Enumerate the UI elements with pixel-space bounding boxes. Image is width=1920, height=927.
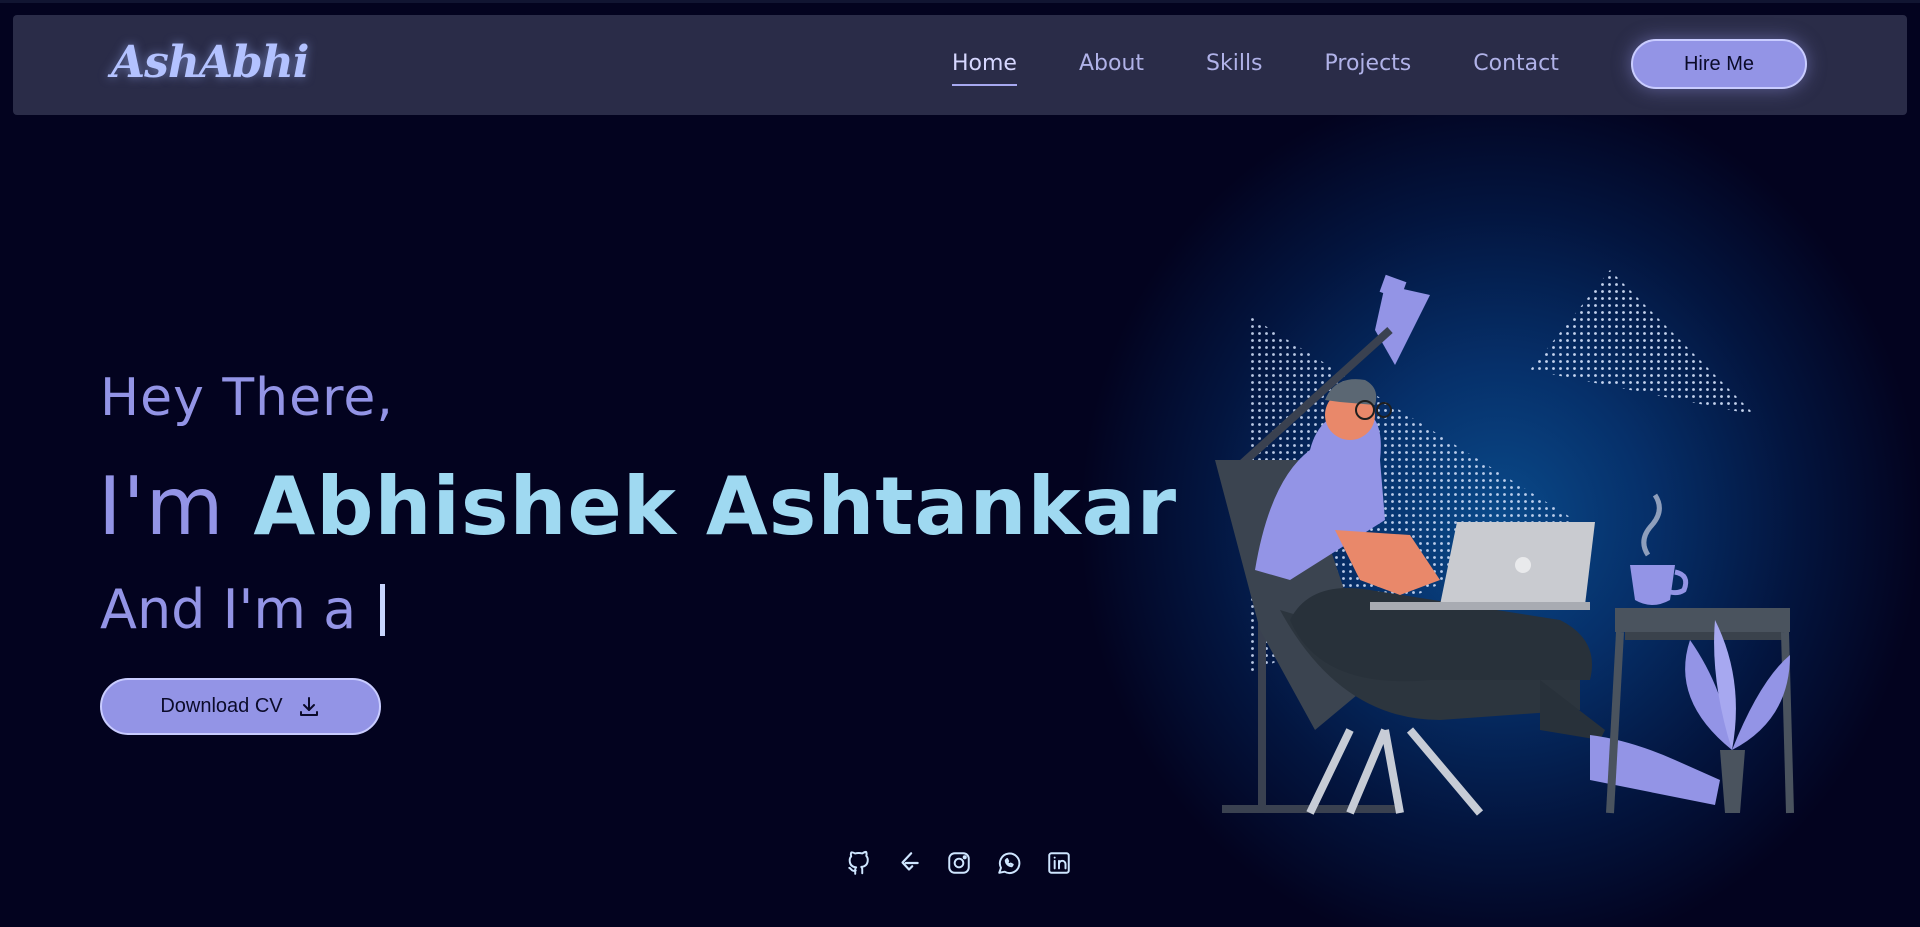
nav-link-projects[interactable]: Projects [1325,51,1412,82]
dotted-triangle-right [1530,270,1755,415]
typing-caret [380,584,386,636]
nav-link-skills[interactable]: Skills [1206,51,1263,82]
nav-links: Home About Skills Projects Contact [952,51,1621,86]
github-icon[interactable] [846,850,872,876]
top-edge [0,0,1920,3]
site-logo[interactable]: AshAbhi [111,37,310,88]
nav-link-home[interactable]: Home [952,51,1017,86]
hero-role-prefix: And I'm a [100,578,357,641]
nav-link-contact[interactable]: Contact [1473,51,1559,82]
hero-name: Abhishek Ashtankar [253,460,1178,553]
instagram-icon[interactable] [946,850,972,876]
nav-link-about[interactable]: About [1079,51,1144,82]
leetcode-icon[interactable] [896,850,922,876]
page: AshAbhi Home About Skills Projects Conta… [0,0,1920,927]
download-cv-label: Download CV [160,695,283,717]
hero-role-line: And I'm a [100,578,386,641]
developer-illustration [1215,270,1794,816]
download-cv-button[interactable]: Download CV [100,678,381,735]
lamp-shade [1375,285,1430,365]
whatsapp-icon[interactable] [996,850,1022,876]
hero-name-heading: I'm Abhishek Ashtankar [98,460,1177,553]
hero-greeting: Hey There, [100,368,394,428]
hire-me-button[interactable]: Hire Me [1631,39,1807,89]
social-links [846,850,1072,876]
download-icon [299,696,318,716]
linkedin-icon[interactable] [1046,850,1072,876]
navbar: AshAbhi Home About Skills Projects Conta… [13,15,1907,115]
hero-name-prefix: I'm [98,460,225,553]
